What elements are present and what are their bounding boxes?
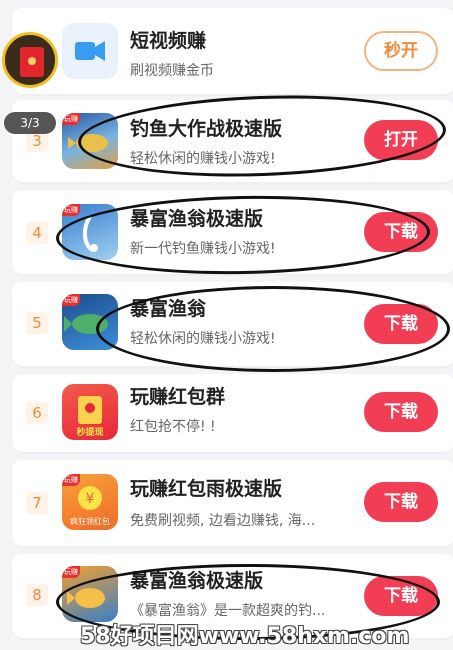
app-title: 暴富渔翁极速版 (130, 208, 264, 230)
download-button[interactable]: 下载 (364, 212, 438, 252)
tag-badge: 玩赚 (62, 474, 80, 486)
app-title: 钓鱼大作战极速版 (130, 118, 283, 140)
open-button[interactable]: 打开 (364, 120, 438, 160)
red-envelope-icon (20, 47, 44, 77)
app-title: 玩赚红包雨极速版 (130, 478, 283, 500)
open-button[interactable]: 秒开 (364, 31, 438, 71)
list-item[interactable]: 6 秒提现 玩赚红包群 红包抢不停! ! 下载 (12, 374, 453, 452)
download-button[interactable]: 下载 (364, 392, 438, 432)
list-item[interactable]: 3 玩赚 钓鱼大作战极速版 轻松休闲的赚钱小游戏! 打开 (12, 100, 453, 182)
app-desc: 《暴富渔翁》是一款超爽的钓... (130, 603, 326, 619)
icon-caption: 疯狂领红包 (70, 517, 110, 526)
rank-number: 8 (26, 584, 48, 606)
app-icon-red-envelope: 秒提现 (62, 384, 118, 440)
tag-badge: 玩赚 (62, 204, 80, 216)
list-item[interactable]: 7 玩赚 ¥ 疯狂领红包 玩赚红包雨极速版 免费刷视频, 边看边赚钱, 海...… (12, 460, 453, 546)
floating-counter: 3/3 (4, 112, 56, 134)
download-button[interactable]: 下载 (364, 576, 438, 616)
tag-badge: 玩赚 (62, 294, 80, 306)
watermark: 58好项目网www.58hxm.com (80, 624, 410, 649)
app-icon-video (62, 23, 118, 79)
app-title: 暴富渔翁极速版 (130, 570, 264, 592)
icon-caption: 秒提现 (76, 428, 104, 438)
tag-badge: 玩赚 (62, 566, 80, 578)
app-icon-fishing: 玩赚 (62, 113, 118, 169)
app-icon-fishing: 玩赚 (62, 566, 118, 622)
list-item[interactable]: 4 玩赚 暴富渔翁极速版 新一代钓鱼赚钱小游戏! 下载 (12, 190, 453, 274)
floating-red-envelope[interactable] (2, 32, 58, 88)
app-desc: 新一代钓鱼赚钱小游戏! (130, 241, 276, 257)
rank-number: 7 (26, 492, 48, 514)
tag-badge: 玩赚 (62, 113, 80, 125)
app-desc: 红包抢不停! ! (130, 419, 216, 435)
app-title: 短视频赚 (130, 30, 207, 52)
rank-number: 4 (26, 222, 48, 244)
app-desc: 轻松休闲的赚钱小游戏! (130, 151, 276, 167)
download-button[interactable]: 下载 (364, 482, 438, 522)
app-desc: 轻松休闲的赚钱小游戏! (130, 331, 276, 347)
app-desc: 刷视频赚金币 (130, 63, 214, 79)
svg-text:¥: ¥ (86, 491, 95, 507)
download-button[interactable]: 下载 (364, 304, 438, 344)
list-item[interactable]: 5 玩赚 暴富渔翁 轻松休闲的赚钱小游戏! 下载 (12, 282, 453, 366)
app-icon-fishing: 玩赚 (62, 294, 118, 350)
list-item[interactable]: 短视频赚 刷视频赚金币 秒开 (12, 8, 453, 94)
app-title: 暴富渔翁 (130, 298, 207, 320)
app-desc: 免费刷视频, 边看边赚钱, 海... (130, 513, 316, 529)
app-title: 玩赚红包群 (130, 386, 226, 408)
rank-number: 5 (26, 312, 48, 334)
app-icon-fishing: 玩赚 (62, 204, 118, 260)
rank-number: 6 (26, 402, 48, 424)
app-icon-coin: 玩赚 ¥ 疯狂领红包 (62, 474, 118, 530)
